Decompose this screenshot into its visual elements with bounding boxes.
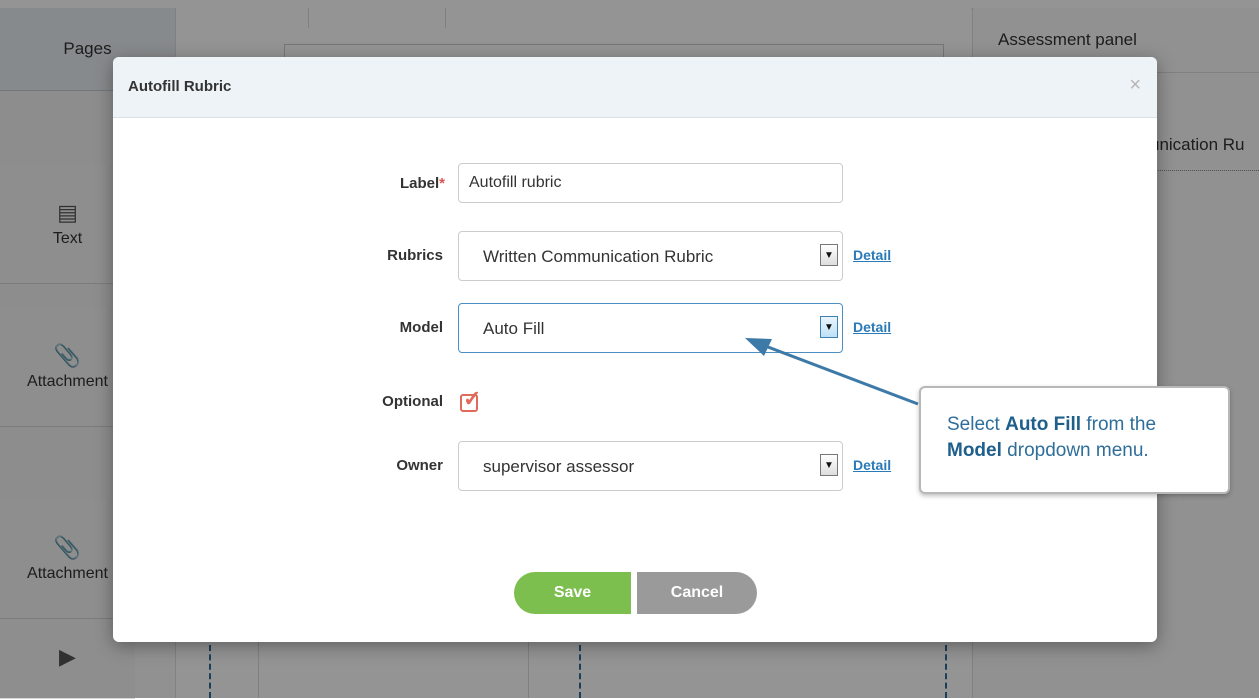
chevron-down-icon[interactable]: ▼ bbox=[820, 244, 838, 266]
required-mark: * bbox=[439, 175, 445, 192]
cancel-button[interactable]: Cancel bbox=[637, 572, 757, 614]
callout-text: Select bbox=[947, 414, 1006, 435]
model-label: Model bbox=[399, 319, 443, 336]
owner-selected-value: supervisor assessor bbox=[483, 457, 635, 476]
owner-select[interactable]: supervisor assessor ▼ bbox=[458, 441, 843, 491]
rubrics-selected-value: Written Communication Rubric bbox=[483, 247, 714, 266]
optional-label: Optional bbox=[382, 393, 443, 410]
label-input[interactable] bbox=[458, 163, 843, 203]
rubrics-label: Rubrics bbox=[387, 247, 443, 264]
owner-detail-link[interactable]: Detail bbox=[853, 457, 891, 473]
rubrics-select[interactable]: Written Communication Rubric ▼ bbox=[458, 231, 843, 281]
dialog-header: Autofill Rubric × bbox=[113, 57, 1157, 118]
rubrics-detail-link[interactable]: Detail bbox=[853, 247, 891, 263]
callout-text: dropdown menu. bbox=[1001, 440, 1149, 461]
model-detail-link[interactable]: Detail bbox=[853, 319, 891, 335]
save-button[interactable]: Save bbox=[514, 572, 631, 614]
model-select[interactable]: Auto Fill ▼ bbox=[458, 303, 843, 353]
chevron-down-icon[interactable]: ▼ bbox=[820, 316, 838, 338]
close-icon[interactable]: × bbox=[1129, 74, 1141, 97]
model-selected-value: Auto Fill bbox=[483, 319, 545, 338]
checkmark-icon: ✓ bbox=[463, 386, 482, 411]
callout-bold-model: Model bbox=[947, 440, 1002, 461]
callout-bold-auto-fill: Auto Fill bbox=[1005, 414, 1082, 435]
callout-text: from the bbox=[1081, 414, 1157, 435]
label-field-label: Label* bbox=[325, 175, 445, 192]
dialog-title: Autofill Rubric bbox=[128, 78, 232, 95]
owner-label: Owner bbox=[396, 457, 443, 474]
autofill-rubric-dialog: Autofill Rubric × Label* Rubrics Written… bbox=[113, 57, 1157, 642]
chevron-down-icon[interactable]: ▼ bbox=[820, 454, 838, 476]
label-text: Label bbox=[399, 175, 440, 192]
instruction-callout: Select Auto Fill from the Model dropdown… bbox=[919, 386, 1230, 494]
